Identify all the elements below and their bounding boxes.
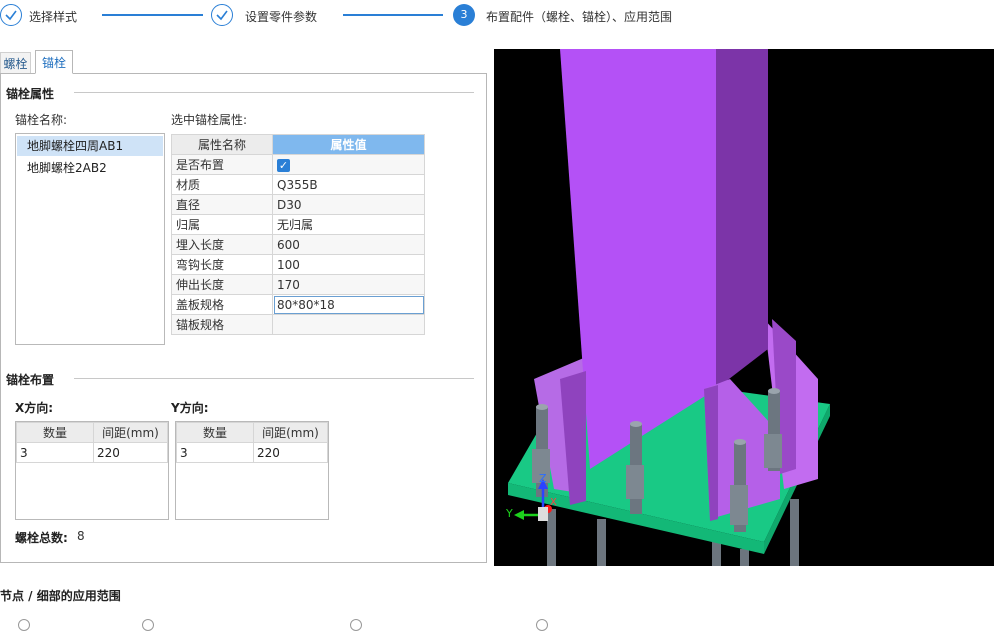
anchor-layout-title: 锚栓布置 <box>6 373 55 387</box>
y-spacing-cell[interactable]: 220 <box>253 442 328 463</box>
layout-enabled-checkbox[interactable]: ✓ <box>272 154 425 175</box>
checkbox-checked-icon[interactable]: ✓ <box>277 158 290 172</box>
x-spacing-cell[interactable]: 220 <box>93 442 168 463</box>
property-name: 归属 <box>171 214 273 235</box>
property-value[interactable]: 100 <box>272 254 425 275</box>
y-count-cell[interactable]: 3 <box>176 442 254 463</box>
table-row: 归属 无归属 <box>171 214 425 235</box>
column-header-value: 属性值 <box>272 134 425 155</box>
property-value[interactable]: 600 <box>272 234 425 255</box>
step-2-done-icon[interactable] <box>211 4 233 26</box>
property-value[interactable]: 无归属 <box>272 214 425 235</box>
y-direction-label: Y方向: <box>171 401 209 415</box>
property-value[interactable] <box>272 314 425 335</box>
property-value[interactable]: 170 <box>272 274 425 295</box>
step-connector-1 <box>102 14 203 16</box>
table-row: 埋入长度 600 <box>171 234 425 255</box>
scope-radio-2[interactable] <box>142 619 154 631</box>
property-name: 盖板规格 <box>171 294 273 315</box>
anchor-name-label: 锚栓名称: <box>15 113 68 127</box>
table-row: 3 220 <box>176 442 328 463</box>
y-direction-grid[interactable]: 数量 间距(mm) 3 220 <box>175 421 329 520</box>
bolt-total-value: 8 <box>77 529 85 543</box>
column-header-name: 属性名称 <box>171 134 273 155</box>
column-header-count: 数量 <box>176 422 254 443</box>
table-row: 材质 Q355B <box>171 174 425 195</box>
step-3-label[interactable]: 布置配件（螺栓、锚栓）、应用范围 <box>486 8 672 25</box>
property-name: 弯钩长度 <box>171 254 273 275</box>
step-2-label[interactable]: 设置零件参数 <box>245 8 317 25</box>
tab-bolt[interactable]: 螺栓 <box>0 52 31 74</box>
table-row: 锚板规格 <box>171 314 425 335</box>
anchor-property-table: 属性名称 属性值 是否布置 ✓ 材质 Q355B 直径 D30 归属 无归属 埋… <box>171 134 425 335</box>
axis-x-label: X <box>550 497 557 508</box>
divider <box>74 378 474 379</box>
property-value[interactable]: D30 <box>272 194 425 215</box>
column-header-spacing: 间距(mm) <box>93 422 168 443</box>
step-1-label[interactable]: 选择样式 <box>29 8 77 25</box>
steel-column-base-model: Z Y X <box>505 49 830 566</box>
table-row: 伸出长度 170 <box>171 274 425 295</box>
scope-radio-3[interactable] <box>350 619 362 631</box>
application-scope-title: 节点 / 细部的应用范围 <box>0 589 121 603</box>
anchor-name-list[interactable]: 地脚螺栓四周AB1 地脚螺栓2AB2 <box>15 133 165 345</box>
table-row: 盖板规格 80*80*18 <box>171 294 425 315</box>
step-3-active-badge[interactable]: 3 <box>453 4 475 26</box>
scope-radio-1[interactable] <box>18 619 30 631</box>
property-name: 埋入长度 <box>171 234 273 255</box>
axis-z-label: Z <box>539 472 547 485</box>
model-3d-viewport[interactable]: Z Y X <box>494 49 994 566</box>
x-direction-grid[interactable]: 数量 间距(mm) 3 220 <box>15 421 169 520</box>
table-row: 直径 D30 <box>171 194 425 215</box>
step-connector-2 <box>343 14 443 16</box>
list-item[interactable]: 地脚螺栓2AB2 <box>17 158 163 178</box>
x-direction-label: X方向: <box>15 401 54 415</box>
column-header-count: 数量 <box>16 422 94 443</box>
tab-anchor-bolt[interactable]: 锚栓 <box>35 50 73 74</box>
scope-radio-4[interactable] <box>536 619 548 631</box>
property-value[interactable]: Q355B <box>272 174 425 195</box>
axis-y-label: Y <box>505 507 513 520</box>
list-item[interactable]: 地脚螺栓四周AB1 <box>17 136 163 156</box>
divider <box>74 92 474 93</box>
step-1-done-icon[interactable] <box>0 4 22 26</box>
table-row: 是否布置 ✓ <box>171 154 425 175</box>
property-name: 伸出长度 <box>171 274 273 295</box>
table-row: 3 220 <box>16 442 168 463</box>
table-row: 弯钩长度 100 <box>171 254 425 275</box>
property-name: 材质 <box>171 174 273 195</box>
property-name: 是否布置 <box>171 154 273 175</box>
cover-plate-spec-input[interactable]: 80*80*18 <box>272 294 425 315</box>
x-count-cell[interactable]: 3 <box>16 442 94 463</box>
anchor-props-title: 锚栓属性 <box>6 87 55 101</box>
property-name: 锚板规格 <box>171 314 273 335</box>
property-name: 直径 <box>171 194 273 215</box>
column-header-spacing: 间距(mm) <box>253 422 328 443</box>
selected-props-label: 选中锚栓属性: <box>171 113 248 127</box>
bolt-total-label: 螺栓总数: <box>15 531 68 545</box>
